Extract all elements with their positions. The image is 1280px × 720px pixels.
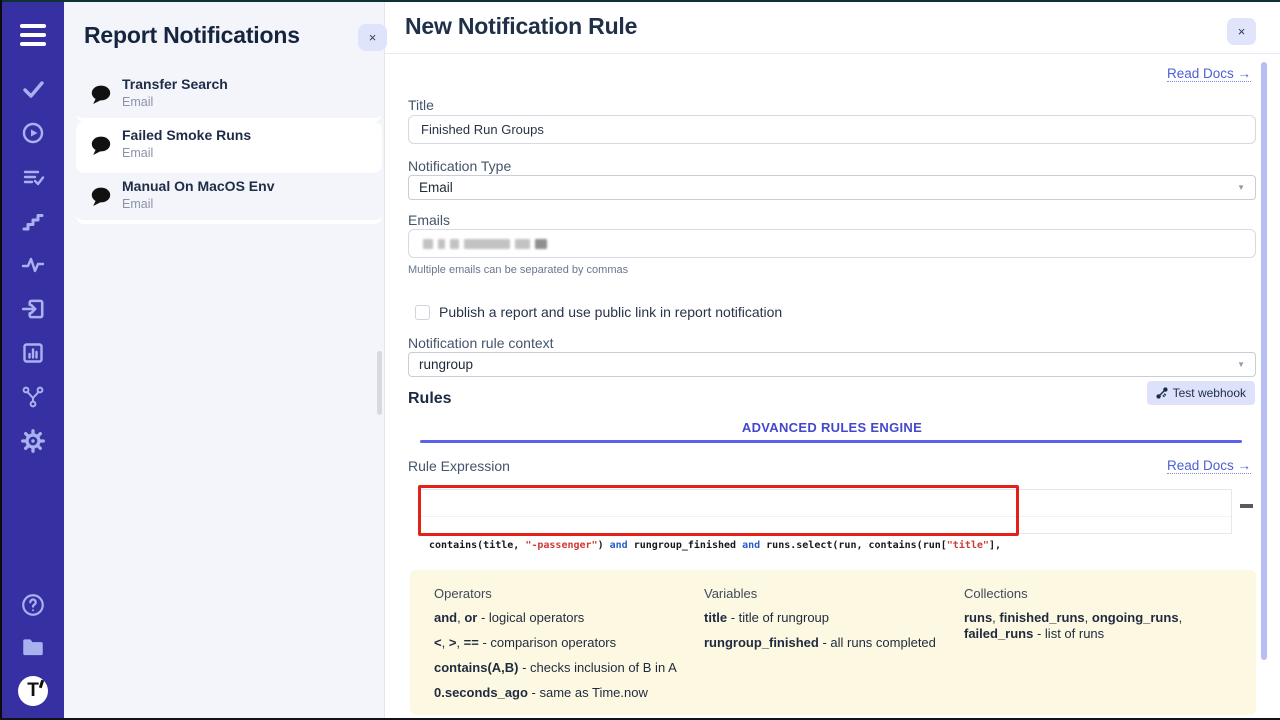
close-icon: × — [369, 30, 377, 45]
test-webhook-button[interactable]: Test webhook — [1147, 381, 1255, 405]
panel-title: Report Notifications — [84, 22, 300, 49]
publish-report-checkbox-row[interactable]: Publish a report and use public link in … — [415, 304, 782, 320]
branch-icon[interactable] — [20, 384, 46, 410]
page-scrollbar-thumb[interactable] — [1261, 62, 1267, 660]
column-heading: Variables — [704, 586, 954, 601]
chat-bubble-icon — [90, 186, 112, 208]
folder-icon[interactable] — [20, 634, 46, 660]
panel-close-button[interactable]: × — [358, 24, 387, 51]
checkbox-label: Publish a report and use public link in … — [439, 304, 782, 320]
new-notification-rule-form: New Notification Rule × Read Docs → Titl… — [385, 2, 1280, 718]
report-notifications-panel: Report Notifications × Transfer Search E… — [64, 2, 385, 718]
chat-bubble-icon — [90, 84, 112, 106]
chat-bubble-icon — [90, 135, 112, 157]
read-docs-link[interactable]: Read Docs → — [1167, 458, 1251, 474]
notification-type-label: Notification Type — [408, 158, 511, 174]
expression-help-panel: Operators and, or - logical operators <,… — [410, 570, 1256, 715]
rule-context-label: Notification rule context — [408, 335, 554, 351]
panel-scrollbar-thumb[interactable] — [377, 351, 382, 415]
list-item-transfer-search[interactable]: Transfer Search Email — [76, 71, 382, 122]
notification-type-select[interactable]: Email ▼ — [408, 175, 1256, 200]
app-sidebar: T — [2, 2, 64, 718]
title-input[interactable] — [408, 115, 1256, 144]
column-heading: Operators — [434, 586, 689, 601]
rule-expression-label: Rule Expression — [408, 458, 510, 474]
import-icon[interactable] — [20, 296, 46, 322]
item-subtitle: Email — [122, 197, 153, 211]
read-docs-link[interactable]: Read Docs → — [1167, 66, 1251, 82]
steps-icon[interactable] — [20, 208, 46, 234]
webhook-icon — [1156, 387, 1168, 399]
item-title: Manual On MacOS Env — [122, 178, 274, 194]
hamburger-menu-icon[interactable] — [16, 20, 50, 50]
item-title: Failed Smoke Runs — [122, 127, 251, 143]
selected-value: Email — [419, 180, 453, 195]
list-item-manual-macos[interactable]: Manual On MacOS Env Email — [76, 173, 382, 224]
notification-list: Transfer Search Email Failed Smoke Runs … — [76, 71, 382, 224]
app-logo[interactable]: T — [18, 676, 48, 706]
item-subtitle: Email — [122, 95, 153, 109]
rule-expression-editor[interactable]: contains(title, "-passenger") and rungro… — [420, 489, 1232, 534]
window-top-edge — [0, 0, 1280, 2]
help-icon[interactable] — [20, 592, 46, 618]
rules-heading: Rules — [408, 390, 452, 408]
chevron-down-icon: ▼ — [1237, 183, 1245, 192]
tab-active-underline — [420, 440, 1242, 443]
emails-helper-text: Multiple emails can be separated by comm… — [408, 264, 628, 276]
close-icon: × — [1238, 24, 1246, 39]
emails-label: Emails — [408, 212, 450, 228]
column-heading: Collections — [964, 586, 1234, 601]
form-close-button[interactable]: × — [1227, 18, 1256, 45]
checklist-icon[interactable] — [20, 164, 46, 190]
item-subtitle: Email — [122, 146, 153, 160]
item-title: Transfer Search — [122, 76, 228, 92]
tab-advanced-rules-engine[interactable]: ADVANCED RULES ENGINE — [408, 420, 1256, 435]
rule-context-select[interactable]: rungroup ▼ — [408, 352, 1256, 377]
activity-icon[interactable] — [20, 252, 46, 278]
window-left-edge — [0, 0, 2, 720]
check-icon[interactable] — [20, 76, 46, 102]
page-title: New Notification Rule — [405, 13, 637, 40]
play-circle-icon[interactable] — [20, 120, 46, 146]
settings-gear-icon[interactable] — [20, 428, 46, 454]
editor-scroll-handle[interactable] — [1240, 504, 1253, 508]
chevron-down-icon: ▼ — [1237, 360, 1245, 369]
help-variables-column: Variables title - title of rungroup rung… — [704, 570, 954, 651]
header-divider — [385, 53, 1280, 54]
help-operators-column: Operators and, or - logical operators <,… — [434, 570, 689, 701]
title-label: Title — [408, 97, 434, 113]
selected-value: rungroup — [419, 357, 473, 372]
checkbox[interactable] — [415, 305, 430, 320]
emails-input[interactable] — [408, 229, 1256, 258]
list-item-failed-smoke-runs[interactable]: Failed Smoke Runs Email — [76, 122, 382, 173]
bar-chart-icon[interactable] — [20, 340, 46, 366]
button-label: Test webhook — [1173, 386, 1246, 400]
help-collections-column: Collections runs, finished_runs, ongoing… — [964, 570, 1234, 642]
